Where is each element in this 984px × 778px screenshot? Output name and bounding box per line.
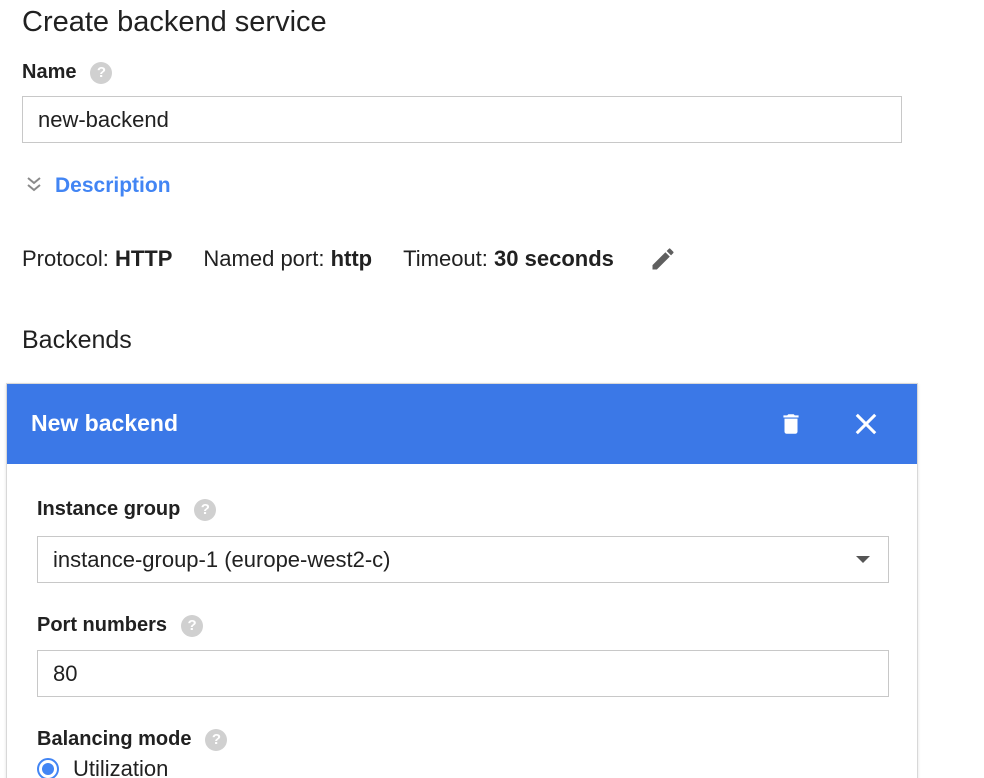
help-icon[interactable]: ? (181, 614, 204, 637)
card-header: New backend (7, 384, 917, 464)
name-label: Name (22, 61, 77, 83)
help-icon[interactable]: ? (90, 61, 113, 84)
timeout-summary-item: Timeout: 30 seconds (403, 246, 614, 272)
balancing-mode-label: Balancing mode (37, 728, 192, 750)
radio-button[interactable] (37, 758, 59, 778)
instance-group-label-row: Instance group ? (37, 498, 217, 521)
name-input[interactable] (22, 96, 902, 143)
expand-chevron-icon (27, 177, 41, 192)
new-backend-card: New backend Instance group ? instance-gr… (6, 383, 918, 778)
named-port-summary-item: Named port: http (203, 246, 372, 272)
named-port-label: Named port: (203, 246, 325, 271)
protocol-summary-item: Protocol: HTTP (22, 246, 172, 272)
help-icon[interactable]: ? (194, 498, 217, 521)
backends-section-title: Backends (22, 326, 132, 354)
named-port-value: http (330, 246, 373, 271)
close-icon (855, 413, 877, 435)
protocol-value: HTTP (114, 246, 173, 271)
port-numbers-label: Port numbers (37, 614, 168, 636)
instance-group-select[interactable]: instance-group-1 (europe-west2-c) (37, 536, 889, 583)
pencil-icon (652, 248, 674, 270)
close-backend-button[interactable] (846, 404, 886, 444)
card-title: New backend (31, 410, 178, 436)
port-numbers-label-row: Port numbers ? (37, 614, 204, 637)
instance-group-label: Instance group (37, 498, 181, 520)
balancing-mode-utilization-radio[interactable]: Utilization (37, 756, 168, 778)
trash-icon (783, 414, 799, 434)
timeout-label: Timeout: (403, 246, 488, 271)
description-toggle[interactable]: Description (22, 174, 171, 198)
dropdown-arrow-icon (856, 556, 870, 563)
instance-group-selected-value: instance-group-1 (europe-west2-c) (53, 546, 391, 572)
port-numbers-input[interactable] (37, 650, 889, 697)
delete-backend-button[interactable] (771, 404, 811, 444)
name-label-row: Name ? (22, 61, 113, 84)
description-label: Description (55, 174, 171, 197)
protocol-label: Protocol: (22, 246, 109, 271)
create-backend-service-page: Create backend service Name ? Descriptio… (0, 0, 984, 778)
protocol-summary: Protocol: HTTP Named port: http Timeout:… (22, 243, 679, 275)
timeout-value: 30 seconds (494, 246, 614, 271)
edit-protocol-button[interactable] (647, 243, 679, 275)
help-icon[interactable]: ? (205, 728, 228, 751)
balancing-mode-label-row: Balancing mode ? (37, 728, 228, 751)
page-title: Create backend service (22, 6, 327, 38)
utilization-label: Utilization (73, 756, 169, 778)
